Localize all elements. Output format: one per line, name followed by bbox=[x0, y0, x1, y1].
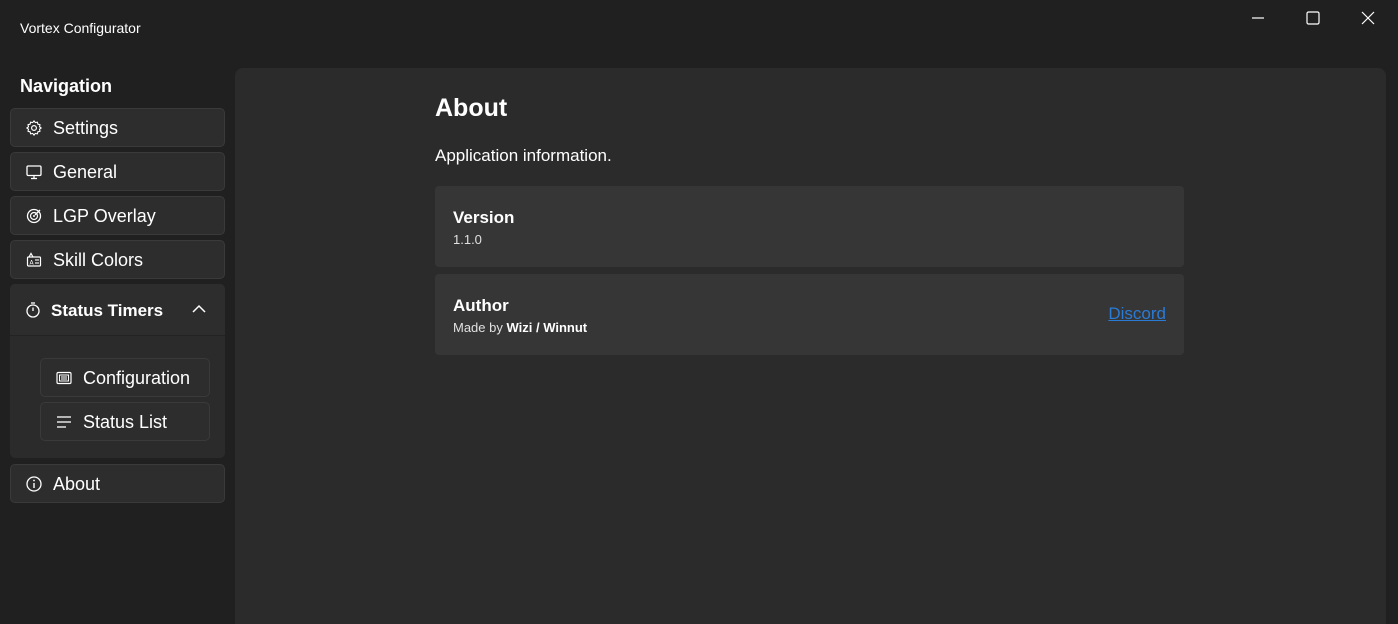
version-value: 1.1.0 bbox=[453, 232, 482, 247]
navigation-heading: Navigation bbox=[20, 76, 113, 96]
author-credit: Made by Wizi / Winnut bbox=[453, 320, 587, 335]
author-prefix: Made by bbox=[453, 320, 507, 335]
page-title: About bbox=[435, 94, 508, 122]
author-title: Author bbox=[453, 296, 509, 315]
sub-item-configuration[interactable]: Configuration bbox=[40, 358, 210, 397]
nav-item-label: Settings bbox=[53, 118, 119, 138]
skill-colors-icon: A bbox=[25, 251, 43, 269]
nav-item-skill-colors[interactable]: A Skill Colors bbox=[10, 240, 225, 279]
author-card: Author Made by Wizi / Winnut Discord bbox=[435, 274, 1184, 355]
minimize-button[interactable] bbox=[1231, 0, 1285, 36]
maximize-icon bbox=[1306, 11, 1320, 25]
page-description: Application information. bbox=[435, 146, 612, 165]
chevron-up-icon[interactable] bbox=[190, 302, 208, 316]
nav-item-label: LGP Overlay bbox=[53, 206, 156, 226]
overlay-icon bbox=[25, 207, 43, 225]
nav-item-settings[interactable]: Settings bbox=[10, 108, 225, 147]
list-icon bbox=[55, 413, 73, 431]
nav-item-about[interactable]: About bbox=[10, 464, 225, 503]
nav-item-lgp-overlay[interactable]: LGP Overlay bbox=[10, 196, 225, 235]
version-card: Version 1.1.0 bbox=[435, 186, 1184, 267]
version-title: Version bbox=[453, 208, 515, 227]
nav-item-label: Skill Colors bbox=[53, 250, 144, 270]
timer-icon bbox=[24, 301, 42, 319]
discord-link[interactable]: Discord bbox=[1108, 304, 1166, 324]
app-title: Vortex Configurator bbox=[20, 20, 141, 36]
configuration-icon bbox=[55, 369, 73, 387]
status-timers-header[interactable]: Status Timers bbox=[10, 284, 225, 336]
sub-item-status-list[interactable]: Status List bbox=[40, 402, 210, 441]
sub-item-label: Configuration bbox=[83, 368, 191, 388]
status-timers-group: Status Timers Configuration Status List bbox=[10, 284, 225, 458]
info-icon bbox=[25, 475, 43, 493]
sub-item-label: Status List bbox=[83, 412, 168, 432]
close-icon bbox=[1361, 11, 1375, 25]
status-timers-label: Status Timers bbox=[51, 301, 164, 320]
title-bar: Vortex Configurator bbox=[0, 0, 1398, 58]
content-panel: About Application information. Version 1… bbox=[235, 68, 1386, 624]
author-name: Wizi / Winnut bbox=[506, 320, 588, 335]
nav-item-general[interactable]: General bbox=[10, 152, 225, 191]
close-button[interactable] bbox=[1341, 0, 1395, 36]
maximize-button[interactable] bbox=[1286, 0, 1340, 36]
gear-icon bbox=[25, 119, 43, 137]
nav-item-label: General bbox=[53, 162, 118, 182]
monitor-icon bbox=[25, 163, 43, 181]
nav-item-label: About bbox=[53, 474, 101, 494]
app-window: Vortex Configurator Navigation Settings … bbox=[0, 0, 1398, 624]
minimize-icon bbox=[1252, 17, 1264, 19]
